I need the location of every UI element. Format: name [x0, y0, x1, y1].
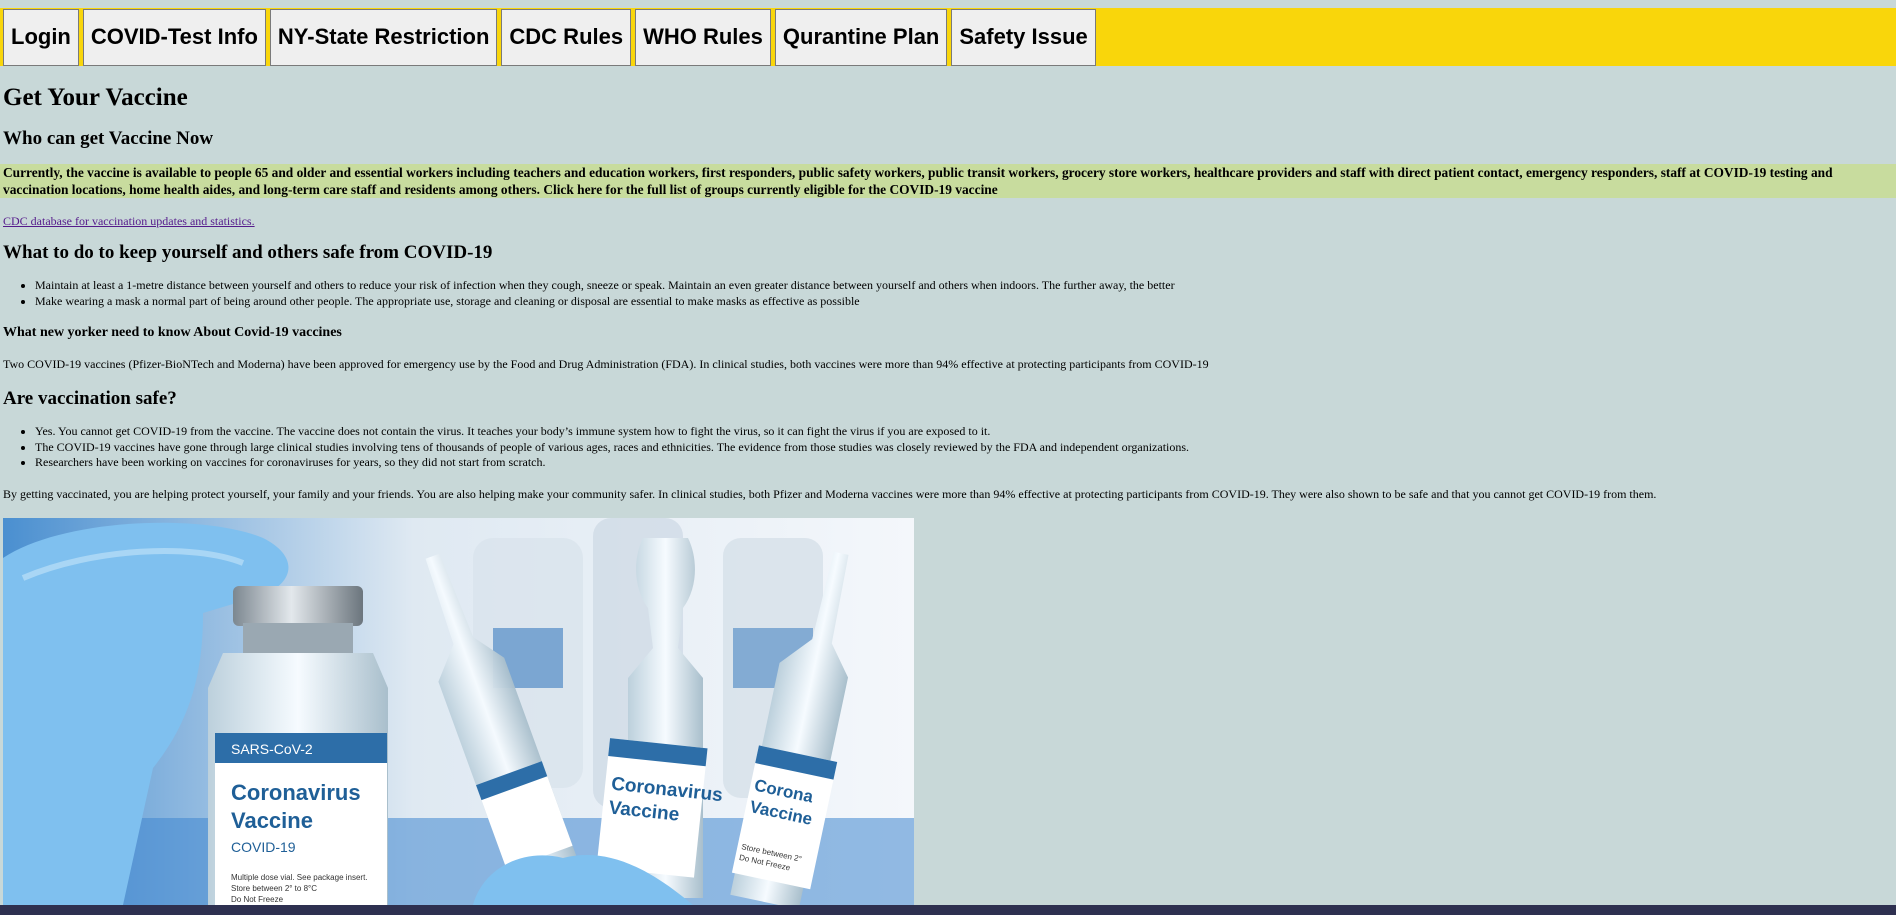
vial-cap: [233, 586, 363, 626]
vial-small-3: Do Not Freeze: [231, 895, 284, 904]
login-button[interactable]: Login: [3, 8, 79, 66]
page-title: Get Your Vaccine: [3, 84, 188, 111]
cdc-rules-button[interactable]: CDC Rules: [501, 8, 632, 66]
top-nav-bar: Login COVID-Test Info NY-State Restricti…: [0, 8, 1896, 66]
ny-vaccine-text: Two COVID-19 vaccines (Pfizer-BioNTech a…: [3, 357, 1209, 371]
ny-state-restriction-button[interactable]: NY-State Restriction: [269, 8, 498, 66]
vial-small-1: Multiple dose vial. See package insert.: [231, 873, 368, 882]
main-content: Get Your Vaccine Who can get Vaccine Now…: [0, 80, 1896, 518]
ny-vaccine-heading: What new yorker need to know About Covid…: [3, 325, 342, 340]
vaccination-safe-list: Yes. You cannot get COVID-19 from the va…: [3, 424, 1893, 471]
keep-safe-heading: What to do to keep yourself and others s…: [3, 242, 493, 263]
vial-label-top: SARS-CoV-2: [231, 741, 313, 757]
list-item: Maintain at least a 1-metre distance bet…: [35, 278, 1893, 294]
vaccination-safe-heading: Are vaccination safe?: [3, 388, 177, 409]
vial-title-2: Vaccine: [231, 808, 313, 833]
vial-sub: COVID-19: [231, 839, 296, 855]
vial-title-1: Coronavirus: [231, 780, 361, 805]
list-item: Yes. You cannot get COVID-19 from the va…: [35, 424, 1893, 440]
vial-small-2: Store between 2° to 8°C: [231, 884, 317, 893]
quarantine-plan-button[interactable]: Qurantine Plan: [774, 8, 948, 66]
eligibility-text: Currently, the vaccine is available to p…: [0, 164, 1896, 198]
vaccine-photo: SARS-CoV-2 Coronavirus Vaccine COVID-19 …: [3, 518, 914, 905]
who-rules-button[interactable]: WHO Rules: [635, 8, 771, 66]
safety-issue-button[interactable]: Safety Issue: [951, 8, 1096, 66]
vaccine-vials-illustration: SARS-CoV-2 Coronavirus Vaccine COVID-19 …: [3, 518, 914, 905]
taskbar-strip: [0, 905, 1896, 915]
cdc-database-link[interactable]: CDC database for vaccination updates and…: [3, 214, 255, 228]
covid-test-info-button[interactable]: COVID-Test Info: [82, 8, 266, 66]
cdc-link-paragraph: CDC database for vaccination updates and…: [3, 212, 1893, 230]
safety-list: Maintain at least a 1-metre distance bet…: [3, 278, 1893, 309]
list-item: The COVID-19 vaccines have gone through …: [35, 440, 1893, 456]
closing-text: By getting vaccinated, you are helping p…: [3, 486, 1657, 501]
who-can-get-heading: Who can get Vaccine Now: [3, 128, 214, 149]
list-item: Make wearing a mask a normal part of bei…: [35, 294, 1893, 310]
list-item: Researchers have been working on vaccine…: [35, 455, 1893, 471]
